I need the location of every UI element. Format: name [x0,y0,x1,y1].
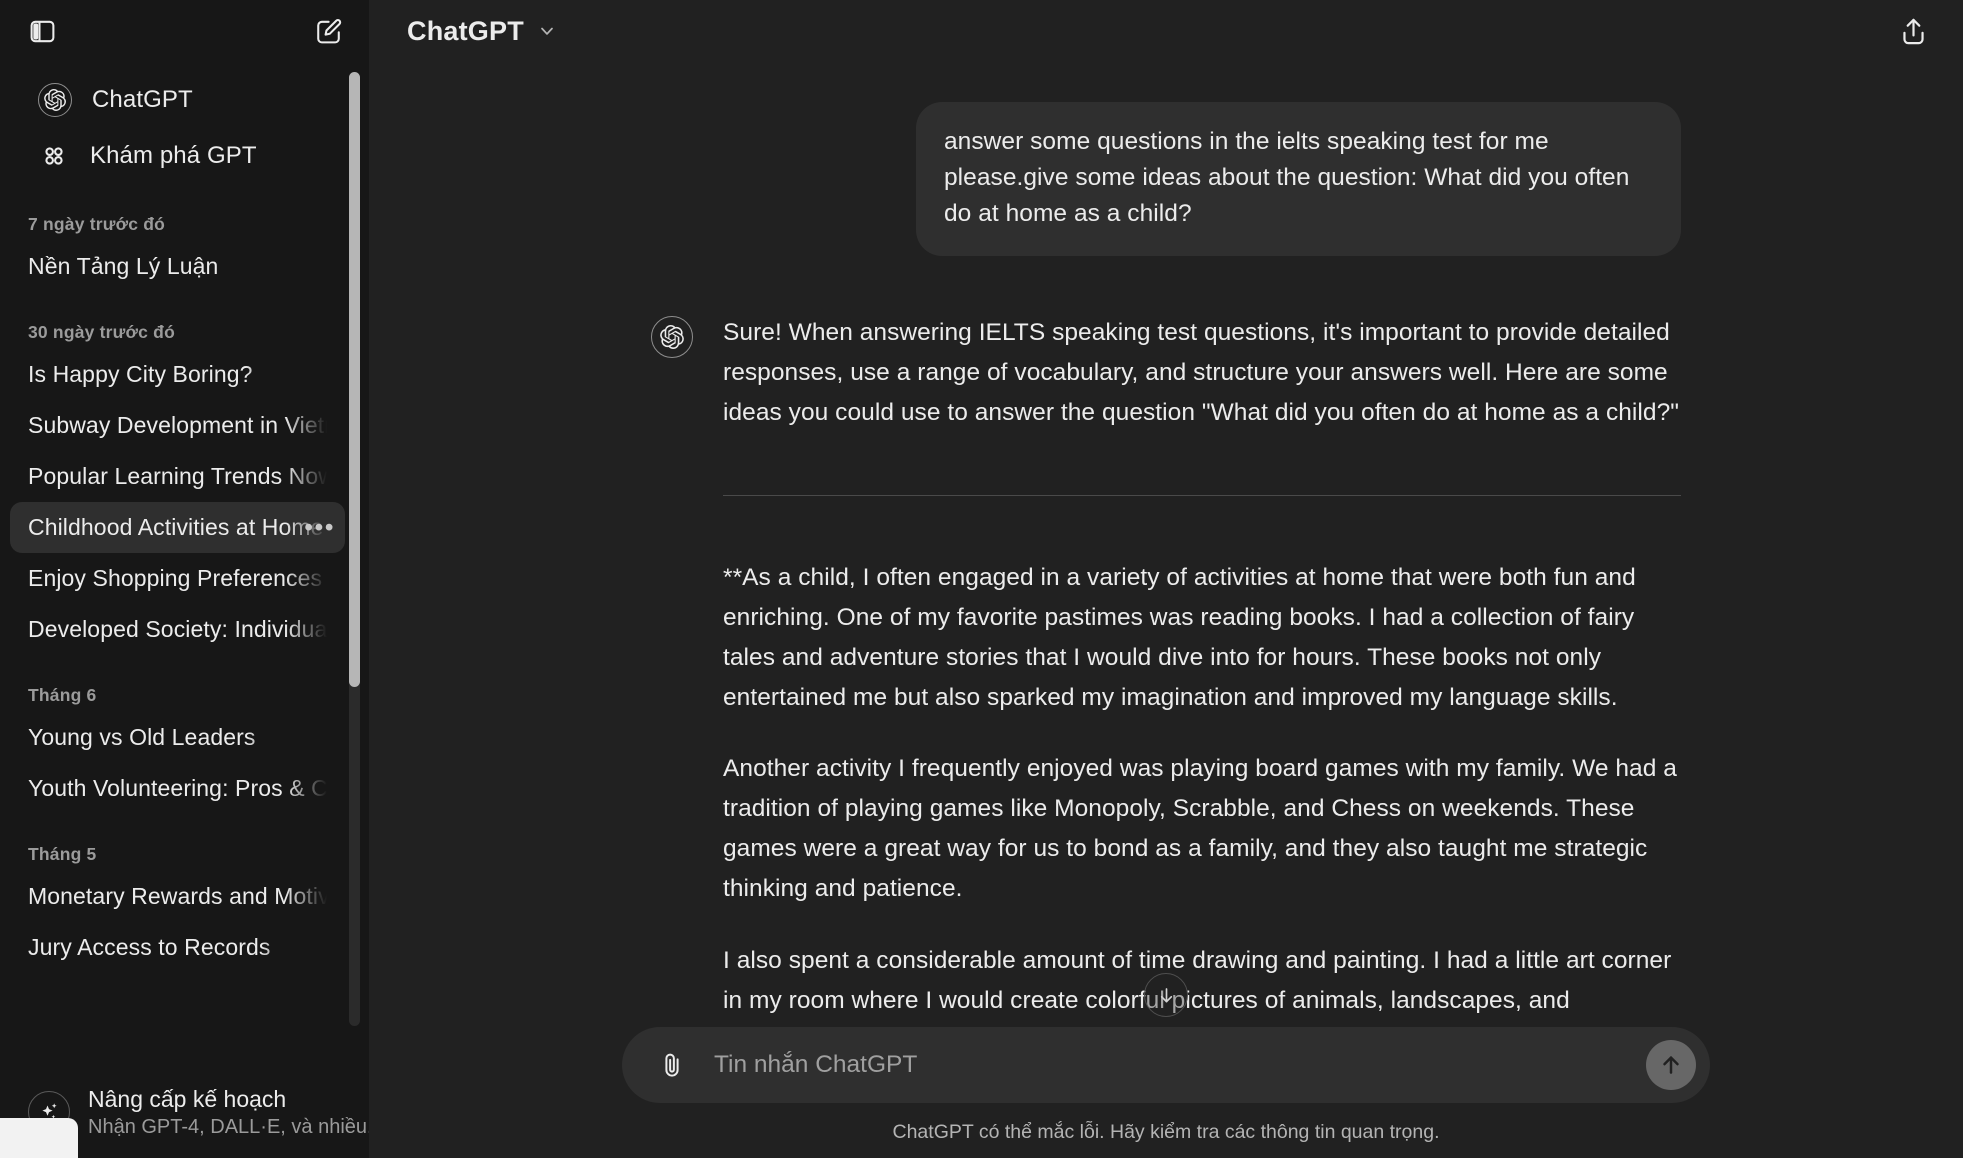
sidebar-group: Tháng 5 Monetary Rewards and Motivation … [0,814,355,973]
sidebar-item-chatgpt[interactable]: ChatGPT [10,72,345,128]
conversation-title: Popular Learning Trends Nowadays [28,463,327,489]
sidebar-group-title: Tháng 5 [28,844,97,864]
disclaimer-text: ChatGPT có thể mắc lỗi. Hãy kiểm tra các… [892,1121,1440,1143]
sidebar-conversation-item[interactable]: Is Happy City Boring? [10,349,345,400]
message-composer[interactable] [622,1027,1710,1103]
conversation-title: Subway Development in Vietnam [28,412,327,438]
conversation-title: Childhood Activities at Home [28,514,324,540]
sidebar-group-title: 7 ngày trước đó [28,214,166,234]
user-message-row: answer some questions in the ielts speak… [651,102,1681,256]
conversation-title: Developed Society: Individual Living [28,616,327,642]
sidebar-group-title: 30 ngày trước đó [28,322,175,342]
sidebar-conversation-item[interactable]: Jury Access to Records [10,922,345,973]
user-message-bubble: answer some questions in the ielts speak… [916,102,1681,256]
upgrade-text: Nâng cấp kế hoạch Nhận GPT-4, DALL·E, và… [88,1085,369,1139]
sidebar-group: 7 ngày trước đó Nền Tảng Lý Luận [0,184,355,292]
sidebar-conversation-item[interactable]: Youth Volunteering: Pros & Cons [10,763,345,814]
conversation-title: Nền Tảng Lý Luận [28,253,219,279]
sidebar-group: Tháng 6 Young vs Old Leaders Youth Volun… [0,655,355,814]
horizontal-divider [723,494,1681,496]
assistant-intro-paragraph: Sure! When answering IELTS speaking test… [723,319,1680,426]
assistant-paragraph-3: I also spent a considerable amount of ti… [723,947,1672,1027]
grid-icon [38,143,70,169]
model-title[interactable]: ChatGPT [407,16,524,47]
conversation-title: Youth Volunteering: Pros & Cons [28,775,327,801]
conversation-title: Is Happy City Boring? [28,361,253,387]
paperclip-icon[interactable] [654,1051,690,1079]
upgrade-subtitle: Nhận GPT-4, DALL·E, và nhiều... [88,1115,369,1138]
assistant-paragraph-2: Another activity I frequently enjoyed wa… [723,755,1677,903]
sidebar-conversation-item[interactable]: Popular Learning Trends Nowadays [10,451,345,502]
sidebar-conversation-item[interactable]: Young vs Old Leaders [10,712,345,763]
conversation-title: Jury Access to Records [28,934,271,960]
home-indicator [0,1118,78,1158]
sidebar-item-explore-gpts[interactable]: Khám phá GPT [10,128,345,184]
sidebar-conversation-item[interactable]: Developed Society: Individual Living [10,604,345,655]
upgrade-title: Nâng cấp kế hoạch [88,1085,287,1112]
sidebar-conversation-item-active[interactable]: Childhood Activities at Home ••• [10,502,345,553]
sidebar-item-label: ChatGPT [92,86,193,113]
message-input[interactable] [690,1051,1646,1079]
sidebar-conversation-item[interactable]: Nền Tảng Lý Luận [10,241,345,292]
sidebar-scrollbar-thumb[interactable] [349,72,360,687]
conversation-title: Monetary Rewards and Motivation [28,883,327,909]
assistant-message-body: Sure! When answering IELTS speaking test… [723,313,1681,1027]
openai-logo-icon [651,316,693,358]
sidebar-scroll-area[interactable]: ChatGPT Khám phá GPT 7 ngày trước đó Nền… [0,62,369,1066]
new-chat-icon[interactable] [314,17,343,46]
sidebar-conversation-item[interactable]: Subway Development in Vietnam [10,400,345,451]
sidebar-group-title: Tháng 6 [28,685,97,705]
sidebar-conversation-item[interactable]: Enjoy Shopping Preferences [10,553,345,604]
thread-content: answer some questions in the ielts speak… [651,62,1681,1027]
scroll-to-bottom-button[interactable] [1144,973,1188,1017]
chatgpt-app: ChatGPT Khám phá GPT 7 ngày trước đó Nền… [0,0,1963,1158]
openai-logo-icon [38,83,72,117]
assistant-message-row: Sure! When answering IELTS speaking test… [651,313,1681,1027]
chevron-down-icon[interactable] [537,21,557,41]
sidebar-group: 30 ngày trước đó Is Happy City Boring? S… [0,292,355,655]
conversation-options-icon[interactable]: ••• [304,515,335,540]
conversation-thread[interactable]: answer some questions in the ielts speak… [369,62,1963,1027]
top-bar: ChatGPT [369,0,1963,62]
sidebar-toggle-icon[interactable] [28,17,57,46]
sidebar-nav: ChatGPT Khám phá GPT [0,62,355,184]
share-export-icon[interactable] [1898,16,1929,47]
send-button[interactable] [1646,1040,1696,1090]
assistant-paragraph-1: **As a child, I often engaged in a varie… [723,563,1636,711]
sidebar-header [0,0,369,62]
conversation-title: Enjoy Shopping Preferences [28,565,323,591]
main-panel: ChatGPT answer some questions in the iel… [369,0,1963,1158]
sidebar-conversation-item[interactable]: Monetary Rewards and Motivation [10,871,345,922]
composer-area: ChatGPT có thể mắc lỗi. Hãy kiểm tra các… [369,1027,1963,1158]
sidebar-item-label: Khám phá GPT [90,142,257,169]
sidebar: ChatGPT Khám phá GPT 7 ngày trước đó Nền… [0,0,369,1158]
conversation-title: Young vs Old Leaders [28,724,256,750]
